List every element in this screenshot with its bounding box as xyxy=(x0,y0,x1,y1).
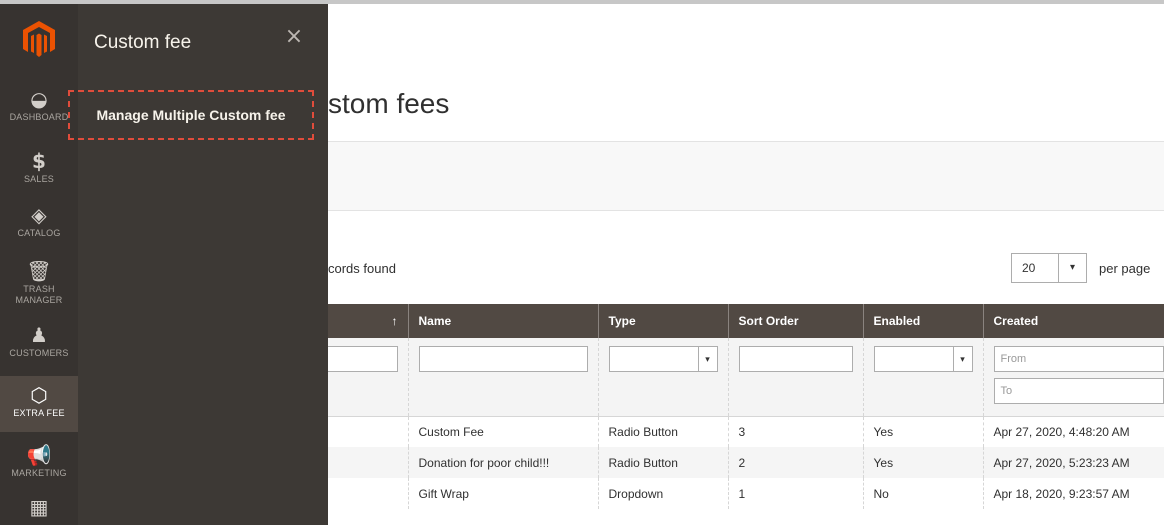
page-title: stom fees xyxy=(328,88,450,119)
grid-header-row: ↑ Name Type Sort Order Enabled Created xyxy=(328,304,1164,338)
cube-icon: ◈ xyxy=(31,203,47,227)
cell-type: Dropdown xyxy=(597,478,728,509)
nav-marketing-label: MARKETING xyxy=(11,468,67,478)
nav-dashboard-label: DASHBOARD xyxy=(9,112,69,122)
main-content: stom fees cords found 20 ▾ per page ↑ Na… xyxy=(328,4,1164,525)
table-row[interactable]: Custom Fee Radio Button 3 Yes Apr 27, 20… xyxy=(328,416,1164,447)
chevron-down-icon: ▾ xyxy=(697,347,717,371)
nav-sales-label: SALES xyxy=(23,174,55,184)
dashboard-icon: ◒ xyxy=(30,87,48,111)
manage-custom-fee-link[interactable]: Manage Multiple Custom fee xyxy=(68,90,314,140)
name-filter-input[interactable] xyxy=(418,346,588,372)
cell-created: Apr 27, 2020, 5:23:23 AM xyxy=(982,447,1164,478)
nav-content[interactable]: ▦ xyxy=(0,496,78,525)
dollar-icon: $ xyxy=(32,149,46,173)
nav-customers[interactable]: ♟ CUSTOMERS xyxy=(0,324,78,372)
cell-sort-order: 3 xyxy=(727,416,863,447)
magento-logo[interactable] xyxy=(0,4,78,74)
page-actions-bar xyxy=(328,141,1164,211)
cell-type: Radio Button xyxy=(597,447,728,478)
admin-sidebar: ◒ DASHBOARD $ SALES ◈ CATALOG 🗑 TRASH MA… xyxy=(0,4,78,525)
column-header-created[interactable]: Created xyxy=(982,304,1164,338)
magento-logo-icon xyxy=(23,21,55,57)
id-filter-input[interactable] xyxy=(328,346,398,372)
custom-fee-grid: ↑ Name Type Sort Order Enabled Created ▾… xyxy=(328,304,1164,509)
table-row[interactable]: Donation for poor child!!! Radio Button … xyxy=(328,447,1164,478)
chevron-down-icon: ▾ xyxy=(952,347,972,371)
per-page-control: 20 ▾ per page xyxy=(1011,253,1150,283)
nav-catalog[interactable]: ◈ CATALOG xyxy=(0,204,78,252)
layout-icon: ▦ xyxy=(29,495,49,519)
megaphone-icon: 📢 xyxy=(26,443,52,467)
created-from-input[interactable]: From xyxy=(993,346,1164,372)
per-page-value[interactable]: 20 xyxy=(1011,253,1059,283)
records-found-count: cords found xyxy=(328,261,396,276)
cell-enabled: No xyxy=(862,478,983,509)
nav-extra-fee[interactable]: ⬡ EXTRA FEE xyxy=(0,376,78,432)
person-icon: ♟ xyxy=(30,323,48,347)
chevron-down-icon[interactable]: ▾ xyxy=(1059,253,1087,283)
enabled-filter-select[interactable]: ▾ xyxy=(873,346,973,372)
nav-trash-manager-label: TRASH MANAGER xyxy=(15,284,63,305)
sort-order-filter-input[interactable] xyxy=(738,346,853,372)
nav-marketing[interactable]: 📢 MARKETING xyxy=(0,444,78,492)
nav-trash-manager[interactable]: 🗑 TRASH MANAGER xyxy=(0,260,78,318)
cell-name: Gift Wrap xyxy=(407,478,598,509)
cell-created: Apr 27, 2020, 4:48:20 AM xyxy=(982,416,1164,447)
manage-custom-fee-label: Manage Multiple Custom fee xyxy=(96,107,286,123)
cell-id xyxy=(328,416,408,447)
nav-dashboard[interactable]: ◒ DASHBOARD xyxy=(0,88,78,140)
nav-customers-label: CUSTOMERS xyxy=(9,348,69,358)
admin-window: ◒ DASHBOARD $ SALES ◈ CATALOG 🗑 TRASH MA… xyxy=(0,0,1164,525)
close-icon[interactable]: × xyxy=(280,24,308,52)
column-header-id[interactable]: ↑ xyxy=(328,304,408,338)
column-header-name[interactable]: Name xyxy=(407,304,598,338)
cell-id xyxy=(328,447,408,478)
nav-extra-fee-label: EXTRA FEE xyxy=(13,408,65,418)
table-row[interactable]: Gift Wrap Dropdown 1 No Apr 18, 2020, 9:… xyxy=(328,478,1164,509)
column-header-enabled[interactable]: Enabled xyxy=(862,304,983,338)
nav-catalog-label: CATALOG xyxy=(17,228,61,238)
per-page-label: per page xyxy=(1099,260,1151,276)
cell-enabled: Yes xyxy=(862,447,983,478)
cell-type: Radio Button xyxy=(597,416,728,447)
cell-name: Custom Fee xyxy=(407,416,598,447)
cell-name: Donation for poor child!!! xyxy=(407,447,598,478)
trash-icon: 🗑 xyxy=(26,259,52,283)
submenu-title: Custom fee xyxy=(94,32,192,53)
column-header-sort-order[interactable]: Sort Order xyxy=(727,304,863,338)
cell-sort-order: 1 xyxy=(727,478,863,509)
hexagon-icon: ⬡ xyxy=(30,383,48,407)
extra-fee-submenu: Custom fee × Manage Multiple Custom fee xyxy=(68,4,328,525)
cell-sort-order: 2 xyxy=(727,447,863,478)
created-to-input[interactable]: To xyxy=(993,378,1164,404)
type-filter-select[interactable]: ▾ xyxy=(608,346,718,372)
cell-id xyxy=(328,478,408,509)
nav-sales[interactable]: $ SALES xyxy=(0,150,78,198)
cell-created: Apr 18, 2020, 9:23:57 AM xyxy=(982,478,1164,509)
grid-filter-row: ▾ ▾ From To xyxy=(328,338,1164,417)
cell-enabled: Yes xyxy=(862,416,983,447)
column-header-type[interactable]: Type xyxy=(597,304,728,338)
